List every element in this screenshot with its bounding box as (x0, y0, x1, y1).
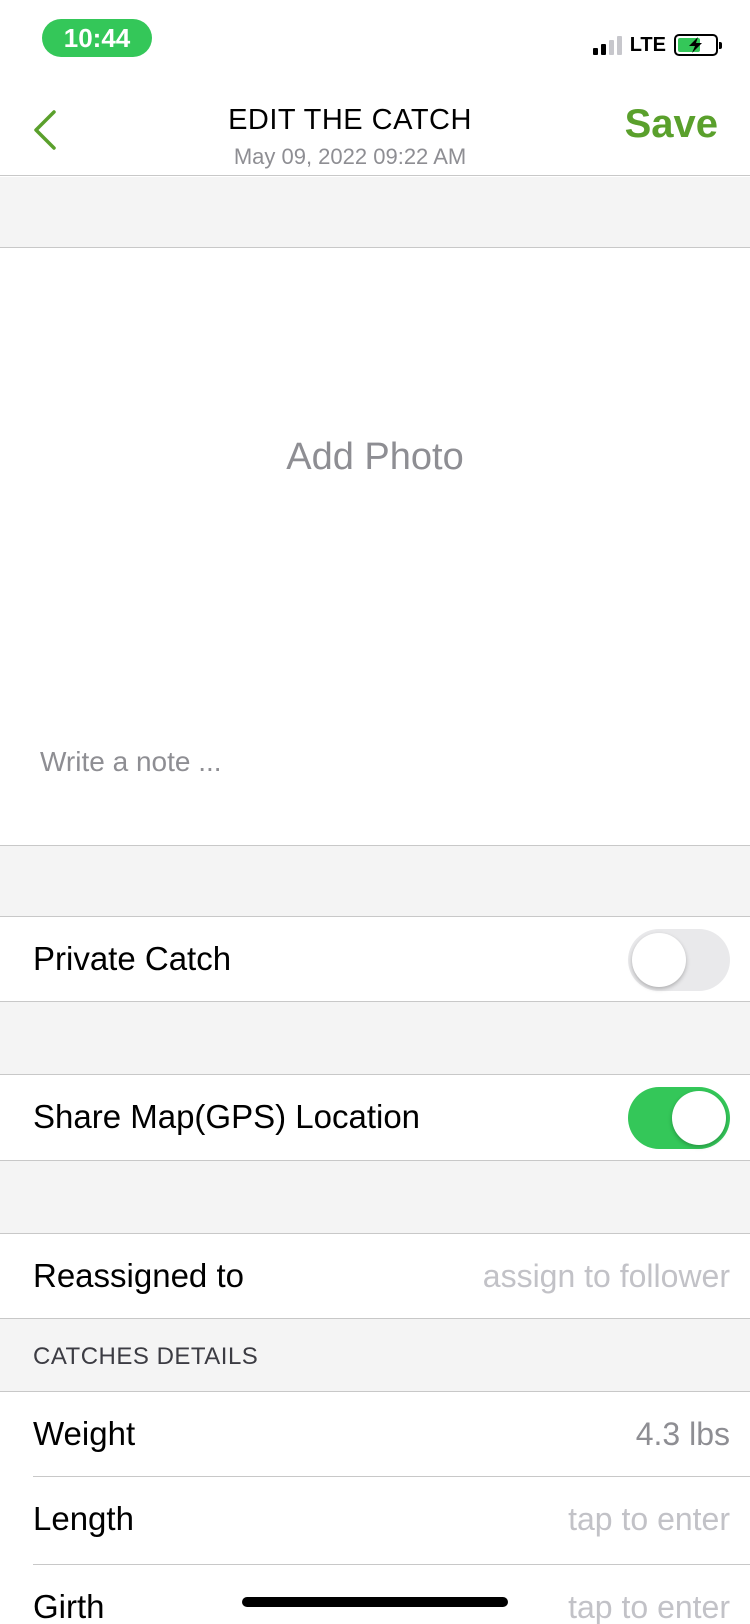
navigation-bar: EDIT THE CATCH May 09, 2022 09:22 AM Sav… (0, 88, 750, 176)
status-bar: 10:44 LTE (0, 0, 750, 88)
section-header-band: CATCHES DETAILS (0, 1319, 750, 1391)
reassigned-label: Reassigned to (33, 1257, 244, 1294)
section-spacer (0, 1002, 750, 1074)
cellular-signal-icon (592, 35, 622, 55)
section-spacer (0, 177, 750, 247)
note-input[interactable]: Write a note ... (40, 746, 222, 778)
weight-row[interactable]: Weight 4.3 lbs (0, 1392, 750, 1476)
add-photo-button[interactable]: Add Photo (0, 436, 750, 479)
private-catch-toggle[interactable] (628, 929, 730, 991)
section-spacer (0, 846, 750, 916)
girth-row[interactable]: Girth tap to enter (0, 1565, 750, 1624)
private-catch-label: Private Catch (33, 940, 232, 977)
battery-charging-icon (674, 34, 722, 56)
catch-datetime: May 09, 2022 09:22 AM (233, 144, 467, 169)
share-location-row: Share Map(GPS) Location (0, 1075, 750, 1159)
status-indicators: LTE (592, 30, 722, 60)
girth-label: Girth (33, 1588, 105, 1624)
private-catch-row: Private Catch (0, 917, 750, 1001)
section-spacer (0, 1161, 750, 1233)
page-title: EDIT THE CATCH (228, 104, 472, 136)
share-location-label: Share Map(GPS) Location (33, 1098, 421, 1135)
girth-value[interactable]: tap to enter (568, 1565, 730, 1624)
network-type: LTE (629, 33, 666, 56)
section-header: CATCHES DETAILS (33, 1343, 259, 1370)
length-label: Length (33, 1500, 134, 1537)
length-row[interactable]: Length tap to enter (0, 1477, 750, 1561)
save-button[interactable]: Save (625, 102, 718, 147)
weight-label: Weight (33, 1415, 136, 1452)
status-time: 10:44 (42, 19, 152, 57)
share-location-toggle[interactable] (628, 1087, 730, 1149)
weight-value[interactable]: 4.3 lbs (636, 1392, 730, 1476)
length-value[interactable]: tap to enter (568, 1477, 730, 1561)
home-indicator[interactable] (242, 1597, 508, 1607)
photo-area: Add Photo Write a note ... (0, 248, 750, 845)
reassigned-row[interactable]: Reassigned to assign to follower (0, 1234, 750, 1318)
reassigned-value[interactable]: assign to follower (483, 1234, 730, 1318)
